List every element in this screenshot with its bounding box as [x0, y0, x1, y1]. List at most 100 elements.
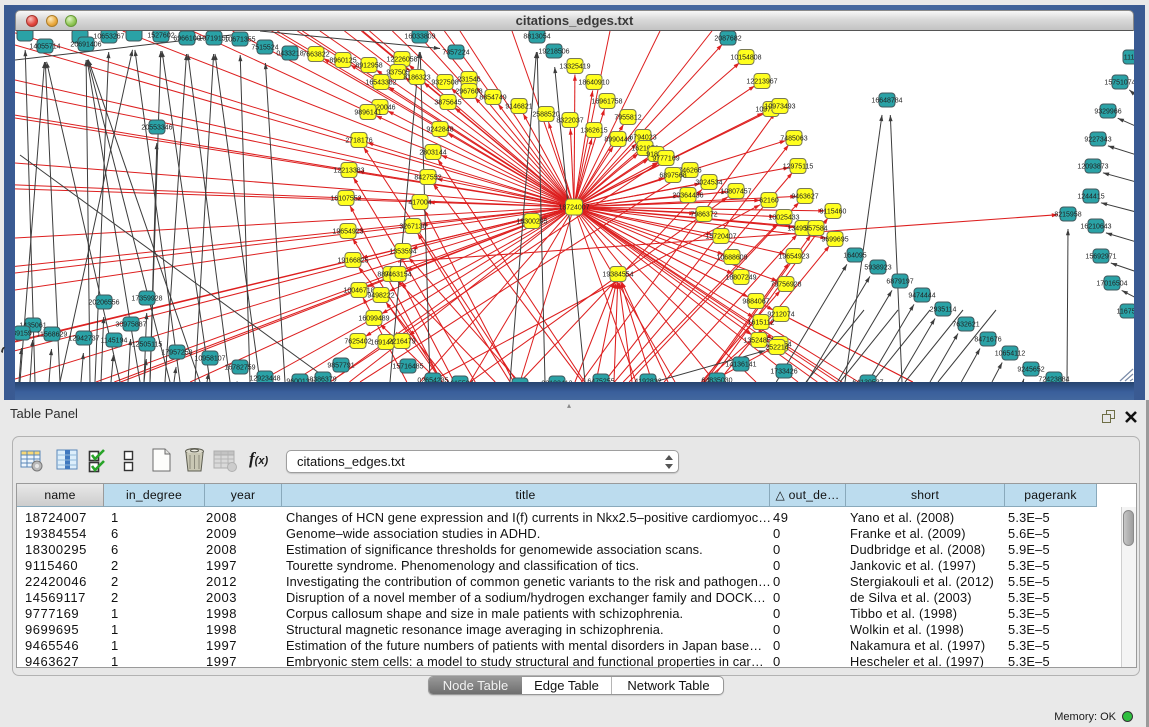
svg-text:9498222: 9498222 [367, 292, 394, 299]
svg-text:16543382: 16543382 [365, 79, 396, 86]
svg-text:8215958: 8215958 [1054, 211, 1081, 218]
svg-text:10807457: 10807457 [720, 188, 751, 195]
svg-text:1527602: 1527602 [147, 32, 174, 39]
svg-text:10671355: 10671355 [224, 36, 255, 43]
svg-text:3024534: 3024534 [695, 179, 722, 186]
svg-text:2803144: 2803144 [419, 149, 446, 156]
svg-text:19654923: 19654923 [332, 228, 363, 235]
svg-text:1615112: 1615112 [748, 319, 775, 326]
svg-text:12975115: 12975115 [783, 163, 814, 170]
svg-text:8960125: 8960125 [329, 57, 356, 64]
svg-text:231546: 231546 [457, 76, 480, 83]
svg-text:2935114: 2935114 [930, 306, 957, 313]
svg-text:12226058: 12226058 [386, 56, 417, 63]
svg-text:0433218: 0433218 [276, 50, 303, 57]
svg-text:12923448: 12923448 [249, 375, 280, 382]
svg-text:16961758: 16961758 [591, 98, 622, 105]
svg-text:1145194: 1145194 [101, 337, 128, 344]
svg-text:19384554: 19384554 [602, 271, 633, 278]
svg-text:2087682: 2087682 [714, 35, 741, 42]
svg-text:18724007: 18724007 [558, 204, 589, 211]
svg-text:19654923: 19654923 [778, 253, 809, 260]
svg-text:10688609: 10688609 [716, 254, 747, 261]
svg-text:16107552: 16107552 [330, 195, 361, 202]
svg-text:15692971: 15692971 [1085, 253, 1116, 260]
svg-text:14055714: 14055714 [29, 43, 60, 50]
svg-text:116753: 116753 [1117, 308, 1134, 315]
svg-text:9884067: 9884067 [742, 298, 769, 305]
svg-text:11568629: 11568629 [37, 331, 68, 338]
svg-text:9896141: 9896141 [354, 109, 381, 116]
svg-text:79756928: 79756928 [770, 281, 801, 288]
svg-text:6897568: 6897568 [659, 172, 686, 179]
svg-text:10654112: 10654112 [995, 350, 1026, 357]
svg-text:17359928: 17359928 [131, 295, 162, 302]
svg-text:20206556: 20206556 [88, 299, 119, 306]
svg-text:9146821: 9146821 [505, 103, 532, 110]
svg-text:9327508: 9327508 [431, 79, 458, 86]
svg-text:9115460: 9115460 [820, 208, 847, 215]
svg-text:8813054: 8813054 [523, 33, 550, 40]
svg-text:12942737: 12942737 [68, 335, 99, 342]
svg-text:15716485: 15716485 [392, 363, 423, 370]
svg-text:13325419: 13325419 [559, 63, 590, 70]
svg-text:9463627: 9463627 [791, 193, 818, 200]
svg-text:19166825: 19166825 [337, 257, 368, 264]
svg-text:2216479: 2216479 [388, 338, 415, 345]
svg-text:8427552: 8427552 [414, 174, 441, 181]
svg-text:5938923: 5938923 [864, 264, 891, 271]
svg-text:9227343: 9227343 [1084, 136, 1111, 143]
svg-text:10653267: 10653267 [93, 33, 124, 40]
svg-text:417004: 417004 [408, 199, 431, 206]
svg-text:10973493: 10973493 [764, 103, 795, 110]
svg-text:16210643: 16210643 [1080, 223, 1111, 230]
svg-text:16033809: 16033809 [404, 33, 435, 40]
svg-text:8854749: 8854749 [479, 94, 506, 101]
svg-text:1362615: 1362615 [580, 127, 607, 134]
svg-text:3267130: 3267130 [399, 223, 426, 230]
svg-text:7955812: 7955812 [614, 114, 641, 121]
svg-text:7485063: 7485063 [780, 135, 807, 142]
svg-text:9857791: 9857791 [327, 362, 354, 369]
svg-text:2718176: 2718176 [345, 137, 372, 144]
svg-text:8471676: 8471676 [974, 336, 1001, 343]
svg-text:15720407: 15720407 [705, 233, 736, 240]
svg-text:1112: 1112 [1124, 54, 1134, 61]
svg-text:8990448: 8990448 [604, 136, 631, 143]
svg-text:1244415: 1244415 [1077, 193, 1104, 200]
svg-text:12213383: 12213383 [333, 167, 364, 174]
svg-text:39159: 39159 [15, 330, 32, 337]
svg-text:7986372: 7986372 [690, 211, 717, 218]
svg-text:14136141: 14136141 [725, 361, 756, 368]
svg-text:9777169: 9777169 [652, 155, 679, 162]
svg-text:6966100: 6966100 [173, 35, 200, 42]
svg-text:10025433: 10025433 [768, 214, 799, 221]
svg-text:18640910: 18640910 [578, 79, 609, 86]
svg-text:6879197: 6879197 [886, 278, 913, 285]
svg-text:8912958: 8912958 [355, 62, 382, 69]
svg-text:16099489: 16099489 [358, 315, 389, 322]
svg-text:164095: 164095 [843, 252, 866, 259]
svg-text:62160: 62160 [759, 197, 779, 204]
svg-text:12213967: 12213967 [746, 78, 777, 85]
svg-text:17016504: 17016504 [1096, 280, 1127, 287]
svg-text:16648784: 16648784 [871, 97, 902, 104]
svg-text:9699695: 9699695 [821, 236, 848, 243]
svg-text:9242848: 9242848 [426, 126, 453, 133]
svg-text:12093873: 12093873 [1077, 163, 1108, 170]
svg-text:16782759: 16782759 [224, 364, 255, 371]
svg-text:1353594: 1353594 [389, 248, 416, 255]
svg-text:7357224: 7357224 [442, 49, 469, 56]
svg-text:8186323: 8186323 [403, 74, 430, 81]
svg-text:10154808: 10154808 [730, 54, 761, 61]
svg-text:10958107: 10958107 [194, 355, 225, 362]
svg-text:19218506: 19218506 [538, 48, 569, 55]
svg-text:18807249: 18807249 [725, 274, 756, 281]
svg-text:7663822: 7663822 [302, 51, 329, 58]
svg-text:9212074: 9212074 [767, 311, 794, 318]
svg-text:9474444: 9474444 [908, 292, 935, 299]
svg-text:30975887: 30975887 [115, 321, 146, 328]
svg-text:20691406: 20691406 [70, 41, 101, 48]
svg-text:9329966: 9329966 [1094, 108, 1121, 115]
svg-text:252214: 252214 [765, 344, 788, 351]
